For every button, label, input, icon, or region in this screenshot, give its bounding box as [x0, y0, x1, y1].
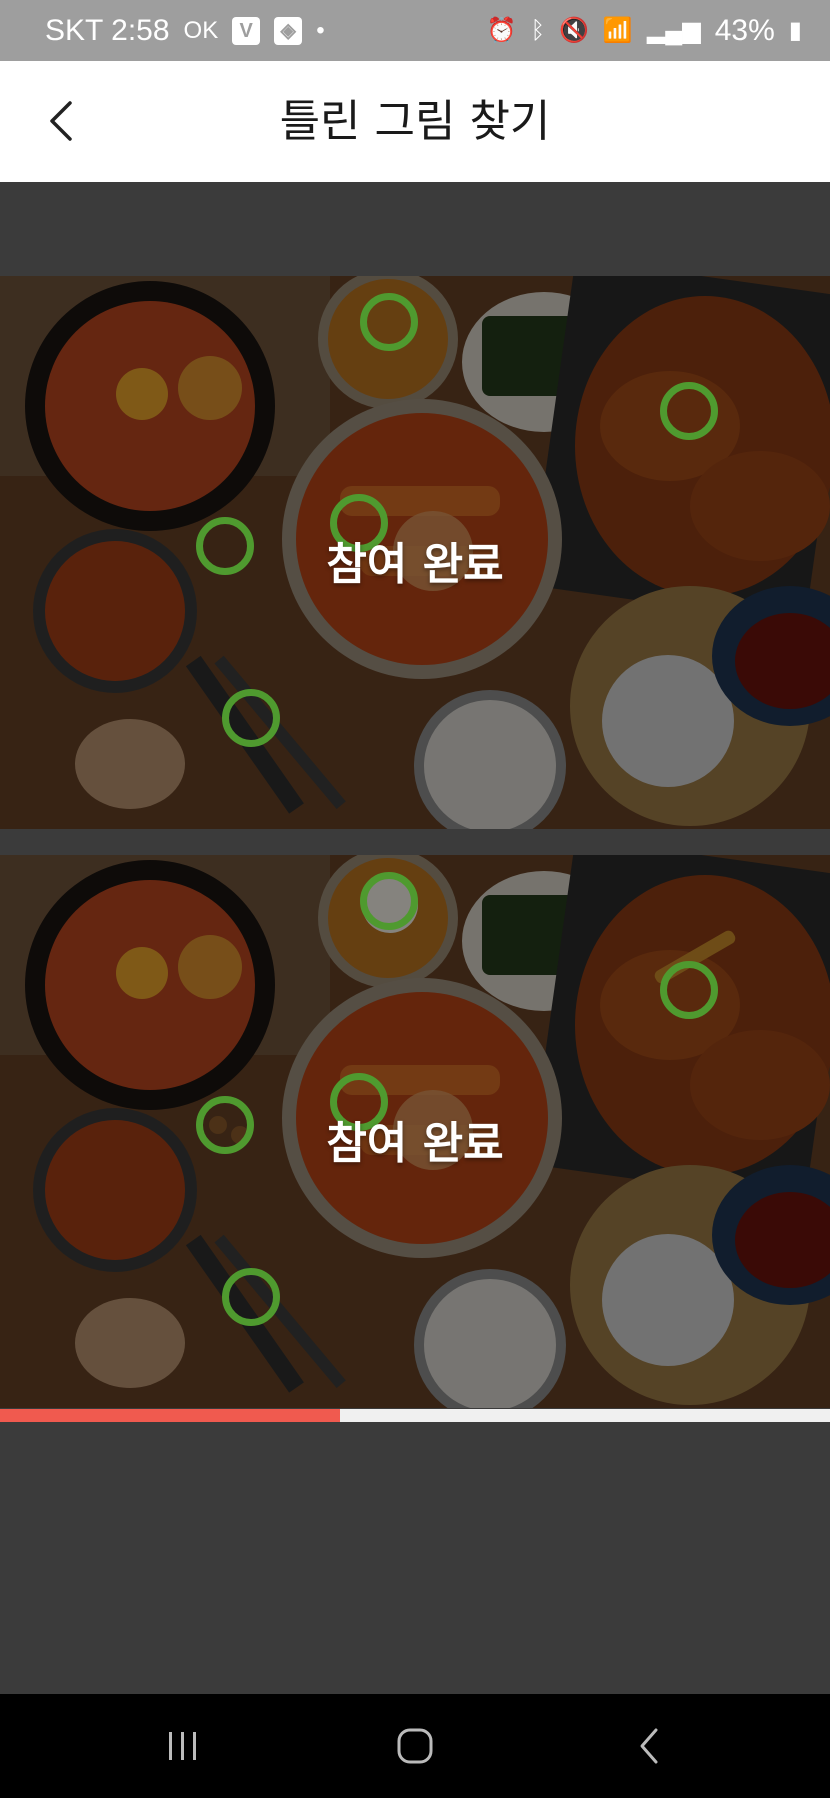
- back-icon: [640, 1728, 658, 1764]
- box-icon: ◈: [274, 16, 303, 45]
- found-marker: [360, 293, 418, 351]
- status-bar: SKT 2:58 OK V ◈ • ⏰ ᛒ 🔇 📶 ▂▄▆ 43% ▮: [0, 0, 830, 61]
- found-marker: [222, 689, 280, 747]
- system-nav-bar: [0, 1694, 830, 1798]
- app-header: 틀린 그림 찾기: [0, 61, 830, 182]
- found-marker: [222, 1268, 280, 1326]
- puzzle-image-original[interactable]: 참여 완료: [0, 276, 830, 829]
- progress-fill: [0, 1409, 341, 1422]
- recent-apps-icon: [169, 1732, 196, 1760]
- page-title: 틀린 그림 찾기: [279, 96, 551, 147]
- back-nav-button[interactable]: [614, 1720, 684, 1772]
- recent-apps-button[interactable]: [148, 1720, 218, 1772]
- alarm-icon: ⏰: [486, 17, 517, 44]
- carrier-time: SKT 2:58: [45, 13, 170, 47]
- puzzle-image-modified[interactable]: 참여 완료: [0, 855, 830, 1408]
- mute-icon: 🔇: [559, 17, 589, 44]
- status-left: SKT 2:58 OK V ◈ •: [45, 14, 325, 48]
- participation-complete-label: 참여 완료: [326, 539, 504, 590]
- found-marker: [360, 872, 418, 930]
- found-marker: [660, 961, 718, 1019]
- wifi-icon: 📶: [602, 17, 633, 44]
- ok-icon: OK: [183, 16, 219, 44]
- progress-bar: [0, 1409, 830, 1422]
- chevron-left-icon: [50, 101, 72, 141]
- participation-complete-label: 참여 완료: [326, 1118, 504, 1169]
- battery-icon: ▮: [788, 17, 802, 44]
- bluetooth-icon: ᛒ: [530, 16, 546, 44]
- battery-text: 43%: [714, 13, 775, 47]
- status-right: ⏰ ᛒ 🔇 📶 ▂▄▆ 43% ▮: [487, 14, 802, 48]
- game-area: 참여 완료 참여 완료: [0, 182, 830, 1694]
- signal-icon: ▂▄▆: [646, 17, 701, 44]
- app-v-icon: V: [232, 16, 261, 45]
- back-button[interactable]: [30, 89, 90, 153]
- home-icon: [397, 1728, 433, 1764]
- home-button[interactable]: [380, 1720, 450, 1772]
- dot-icon: •: [316, 16, 325, 44]
- found-marker: [660, 382, 718, 440]
